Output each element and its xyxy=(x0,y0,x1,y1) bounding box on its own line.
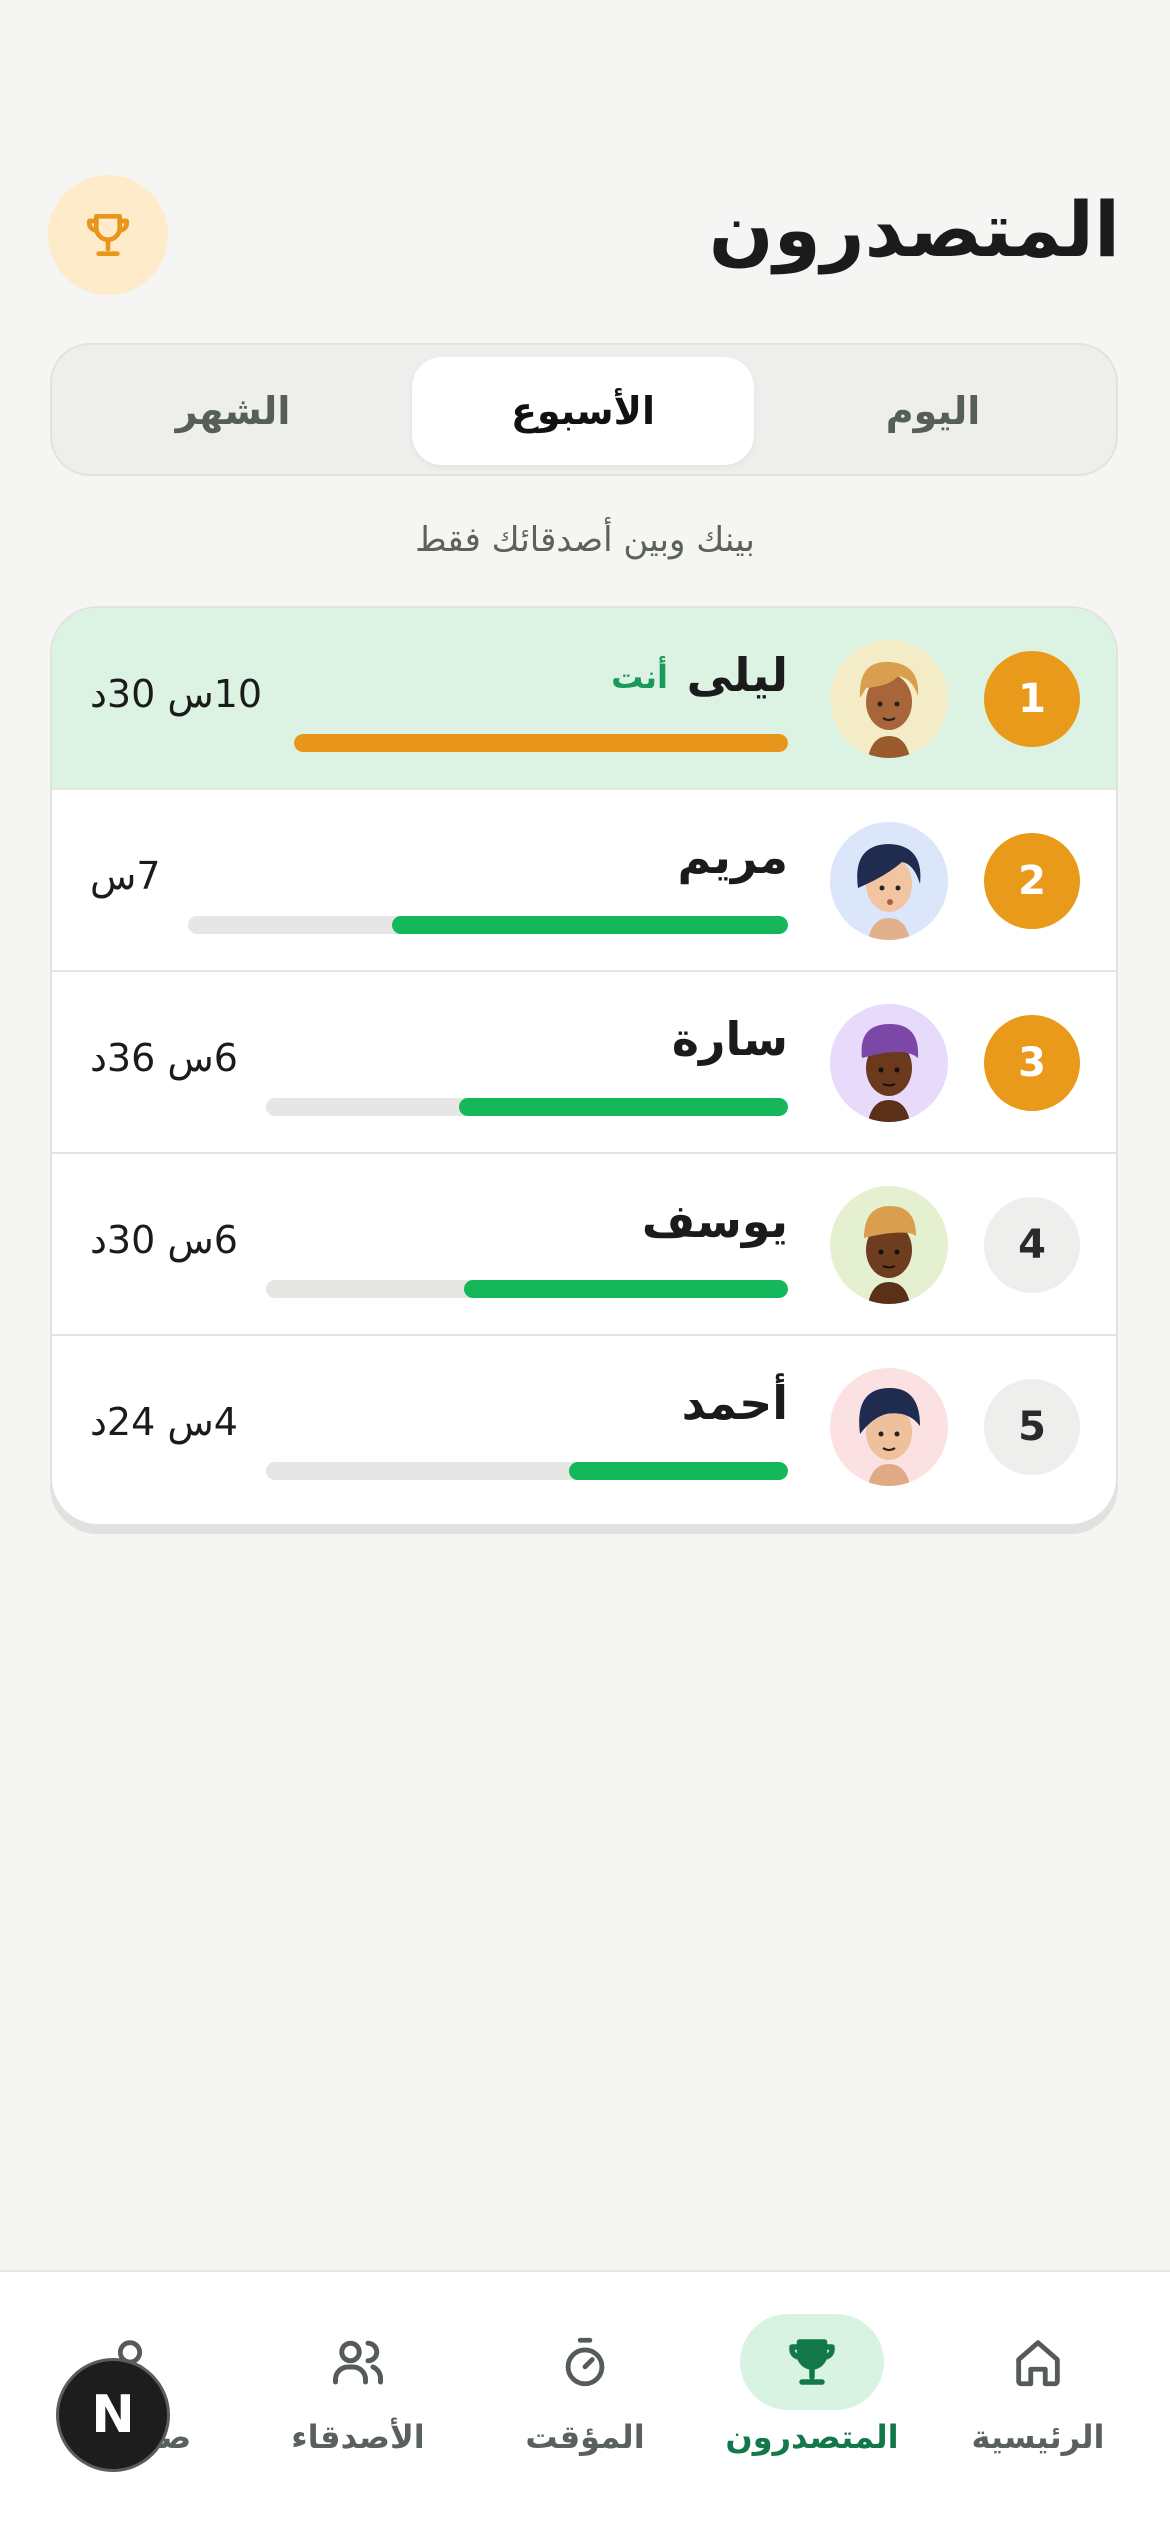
subtitle: بينك وبين أصدقائك فقط xyxy=(415,520,755,560)
player-name: ليلى xyxy=(686,648,788,702)
tab-month[interactable]: الشهر xyxy=(62,357,404,465)
avatar xyxy=(830,640,948,758)
tab-week[interactable]: الأسبوع xyxy=(412,357,754,465)
trophy-icon xyxy=(789,2339,835,2385)
rank-badge: 5 xyxy=(984,1379,1080,1475)
leaderboard-row[interactable]: 4 يوسف 6س 30د xyxy=(52,1154,1116,1336)
leaderboard-row[interactable]: 3 سارة 6س 36د xyxy=(52,972,1116,1154)
nav-timer[interactable]: المؤقت xyxy=(485,2314,685,2464)
rank-badge: 1 xyxy=(984,651,1080,747)
avatar xyxy=(830,822,948,940)
study-time: 7س xyxy=(90,854,161,898)
progress-fill xyxy=(464,1280,788,1298)
friends-icon xyxy=(333,2340,384,2385)
avatar xyxy=(830,1368,948,1486)
progress-bar xyxy=(294,734,788,752)
rank-badge: 4 xyxy=(984,1197,1080,1293)
nav-label: الأصدقاء xyxy=(291,2418,425,2456)
study-time: 6س 30د xyxy=(90,1218,238,1262)
progress-fill xyxy=(392,916,788,934)
player-name: أحمد xyxy=(681,1376,788,1430)
you-badge: أنت xyxy=(611,658,668,696)
progress-bar xyxy=(266,1098,788,1116)
trophy-icon xyxy=(87,214,129,256)
nav-friends[interactable]: الأصدقاء xyxy=(258,2314,458,2464)
tab-today[interactable]: اليوم xyxy=(762,357,1104,465)
rank-badge: 2 xyxy=(984,833,1080,929)
dev-overlay-badge[interactable]: N xyxy=(56,2358,170,2472)
avatar xyxy=(830,1186,948,1304)
leaderboard-row[interactable]: 5 أحمد 4س 24د xyxy=(52,1336,1116,1518)
progress-fill xyxy=(568,1462,788,1480)
progress-bar xyxy=(266,1280,788,1298)
nav-label: المتصدرون xyxy=(725,2418,899,2456)
player-name: يوسف xyxy=(641,1194,788,1248)
nav-label: المؤقت xyxy=(525,2418,645,2456)
study-time: 6س 36د xyxy=(90,1036,238,1080)
progress-bar xyxy=(266,1462,788,1480)
player-name: سارة xyxy=(671,1012,788,1066)
leaderboard-row[interactable]: 2 مريم 7س xyxy=(52,790,1116,972)
page-title: المتصدرون xyxy=(708,185,1120,274)
avatar xyxy=(830,1004,948,1122)
nav-home[interactable]: الرئيسية xyxy=(938,2314,1138,2464)
study-time: 4س 24د xyxy=(90,1400,238,1444)
progress-fill xyxy=(294,734,788,752)
progress-fill xyxy=(459,1098,788,1116)
bottom-nav: الرئيسية المتصدرون المؤقت الأصدقاء xyxy=(0,2270,1170,2534)
nav-leaderboard[interactable]: المتصدرون xyxy=(712,2314,912,2464)
home-icon xyxy=(1016,2340,1060,2387)
nav-label: الرئيسية xyxy=(971,2418,1105,2456)
rank-badge: 3 xyxy=(984,1015,1080,1111)
leaderboard-row[interactable]: 1 ليلى أنت 10س 30د xyxy=(52,608,1116,790)
trophy-badge[interactable] xyxy=(48,175,168,295)
timer-icon xyxy=(565,2337,605,2387)
period-segmented-control: اليوم الأسبوع الشهر xyxy=(50,343,1118,476)
study-time: 10س 30د xyxy=(90,672,263,716)
progress-bar xyxy=(188,916,788,934)
player-name: مريم xyxy=(677,830,788,884)
leaderboard-list: 1 ليلى أنت 10س 30د 2 مريم 7س 3 سارة 6س 3… xyxy=(50,606,1118,1526)
